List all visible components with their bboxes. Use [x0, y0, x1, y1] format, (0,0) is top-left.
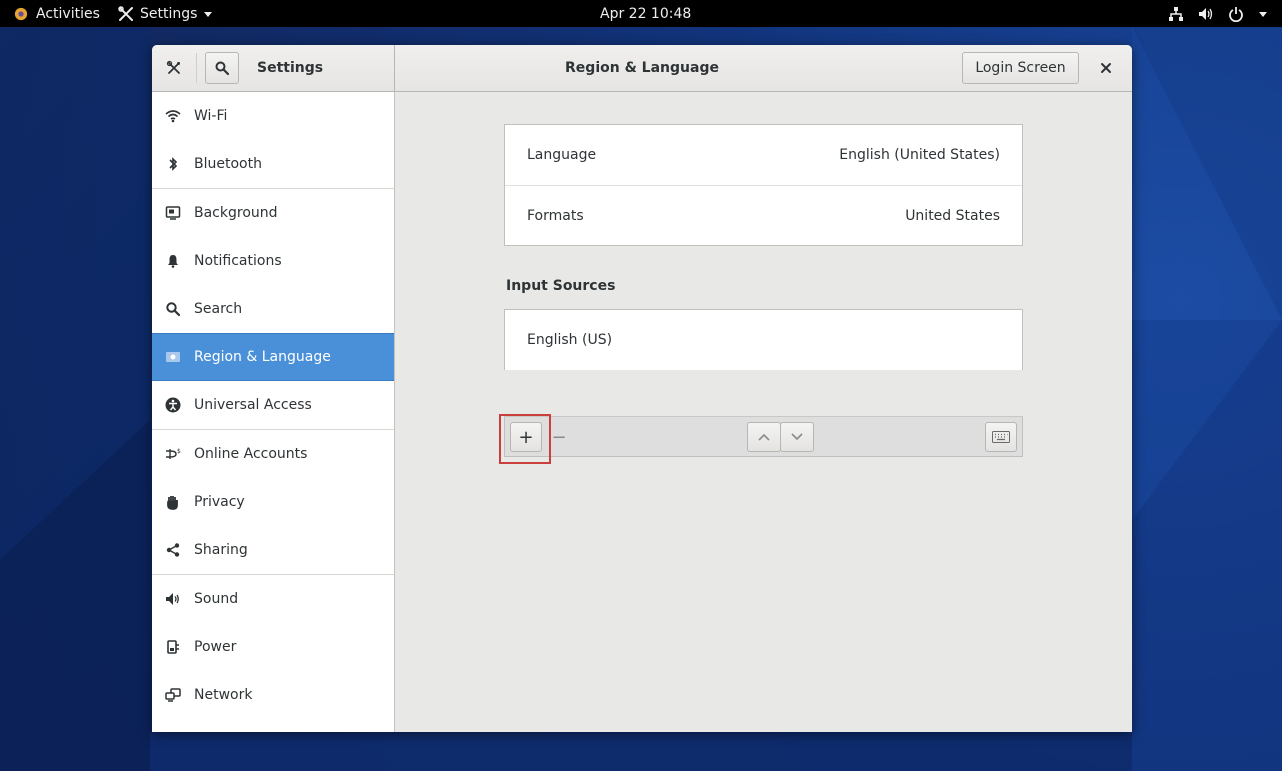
clock[interactable]: Apr 22 10:48 — [600, 0, 691, 27]
search-button[interactable] — [205, 52, 239, 84]
chevron-up-icon — [758, 433, 770, 441]
fedora-logo-icon — [14, 7, 28, 20]
sidebar-item-privacy[interactable]: Privacy — [152, 478, 394, 526]
search-icon — [165, 301, 181, 317]
plus-icon: + — [518, 426, 534, 448]
tools-icon — [118, 5, 133, 21]
move-down-button[interactable] — [780, 422, 814, 452]
minus-icon: − — [551, 426, 567, 448]
accessibility-icon — [165, 397, 181, 413]
system-menu[interactable] — [1168, 0, 1268, 27]
sidebar-item-region-language[interactable]: Region & Language — [152, 333, 394, 381]
sidebar-item-background[interactable]: Background — [152, 189, 394, 237]
search-icon — [215, 61, 229, 75]
sidebar-item-label: Sharing — [194, 542, 248, 558]
input-source-label: English (US) — [527, 332, 613, 348]
online-accounts-icon: $ — [165, 446, 181, 462]
sidebar-item-search[interactable]: Search — [152, 285, 394, 333]
sidebar: Wi-Fi Bluetooth Background Notifications — [152, 92, 395, 732]
sidebar-item-label: Sound — [194, 591, 239, 607]
region-language-panel: Language English (United States) Formats… — [395, 92, 1132, 732]
language-value: English (United States) — [839, 147, 1000, 163]
sidebar-item-label: Universal Access — [194, 397, 312, 413]
volume-icon — [1199, 7, 1213, 20]
sidebar-item-online-accounts[interactable]: $ Online Accounts — [152, 430, 394, 478]
formats-label: Formats — [527, 207, 584, 224]
power-icon — [1229, 6, 1243, 22]
svg-text:$: $ — [177, 448, 181, 455]
activities-label: Activities — [36, 5, 100, 22]
sidebar-item-power[interactable]: Power — [152, 623, 394, 671]
app-menu-label: Settings — [140, 5, 198, 22]
sidebar-item-label: Network — [194, 687, 253, 703]
header-bar: Settings Region & Language Login Screen — [152, 45, 1132, 92]
chevron-down-icon — [204, 11, 213, 17]
language-label: Language — [527, 147, 597, 163]
sidebar-item-label: Search — [194, 301, 243, 317]
sidebar-item-label: Power — [194, 639, 237, 655]
sidebar-item-wifi[interactable]: Wi-Fi — [152, 92, 394, 140]
sidebar-item-sound[interactable]: Sound — [152, 575, 394, 623]
sidebar-item-sharing[interactable]: Sharing — [152, 526, 394, 574]
chevron-down-icon — [1259, 11, 1267, 17]
formats-value: United States — [905, 207, 1000, 224]
input-sources-list: English (US) — [504, 309, 1023, 370]
app-menu-settings[interactable]: Settings — [118, 0, 213, 27]
sidebar-header: Settings — [152, 45, 395, 91]
bell-icon — [165, 253, 181, 269]
sidebar-item-label: Privacy — [194, 494, 245, 510]
bluetooth-icon — [165, 156, 181, 172]
close-button[interactable] — [1095, 57, 1117, 79]
keyboard-icon — [992, 431, 1010, 443]
background-icon — [165, 205, 181, 221]
hand-icon — [165, 494, 181, 510]
sidebar-item-label: Region & Language — [194, 349, 331, 365]
share-icon — [165, 542, 181, 558]
network-icon — [165, 687, 181, 703]
clock-label: Apr 22 10:48 — [600, 5, 692, 22]
activities-button[interactable]: Activities — [14, 0, 100, 27]
speaker-icon — [165, 591, 181, 607]
header-separator — [196, 53, 197, 83]
input-sources-title: Input Sources — [506, 278, 616, 294]
power-plug-icon — [165, 639, 181, 655]
sidebar-title: Settings — [257, 60, 324, 76]
sidebar-item-label: Bluetooth — [194, 156, 262, 172]
settings-window: Settings Region & Language Login Screen … — [152, 45, 1132, 732]
wifi-icon — [165, 108, 181, 124]
sidebar-item-notifications[interactable]: Notifications — [152, 237, 394, 285]
sidebar-item-bluetooth[interactable]: Bluetooth — [152, 140, 394, 188]
tools-icon — [166, 60, 180, 74]
network-wired-icon — [1169, 6, 1183, 21]
keyboard-layout-button[interactable] — [985, 422, 1017, 452]
language-formats-list: Language English (United States) Formats… — [504, 124, 1023, 246]
top-bar: Activities Settings Apr 22 10:48 — [0, 0, 1282, 27]
panel-title: Region & Language — [565, 60, 719, 76]
add-input-source-button[interactable]: + — [510, 422, 542, 452]
remove-input-source-button[interactable]: − — [543, 422, 575, 452]
login-screen-button[interactable]: Login Screen — [962, 52, 1079, 84]
sidebar-item-label: Background — [194, 205, 278, 221]
sidebar-item-label: Online Accounts — [194, 446, 308, 462]
sidebar-item-label: Notifications — [194, 253, 282, 269]
move-up-button[interactable] — [747, 422, 781, 452]
chevron-down-icon — [791, 433, 803, 441]
formats-row[interactable]: Formats United States — [505, 185, 1022, 245]
language-row[interactable]: Language English (United States) — [505, 125, 1022, 185]
close-icon — [1101, 63, 1111, 73]
flag-icon — [165, 349, 181, 365]
input-source-row[interactable]: English (US) — [505, 310, 1022, 370]
input-sources-toolbar: + − — [504, 416, 1023, 457]
sidebar-item-label: Wi-Fi — [194, 108, 228, 124]
sidebar-item-network[interactable]: Network — [152, 671, 394, 719]
sidebar-item-universal-access[interactable]: Universal Access — [152, 381, 394, 429]
